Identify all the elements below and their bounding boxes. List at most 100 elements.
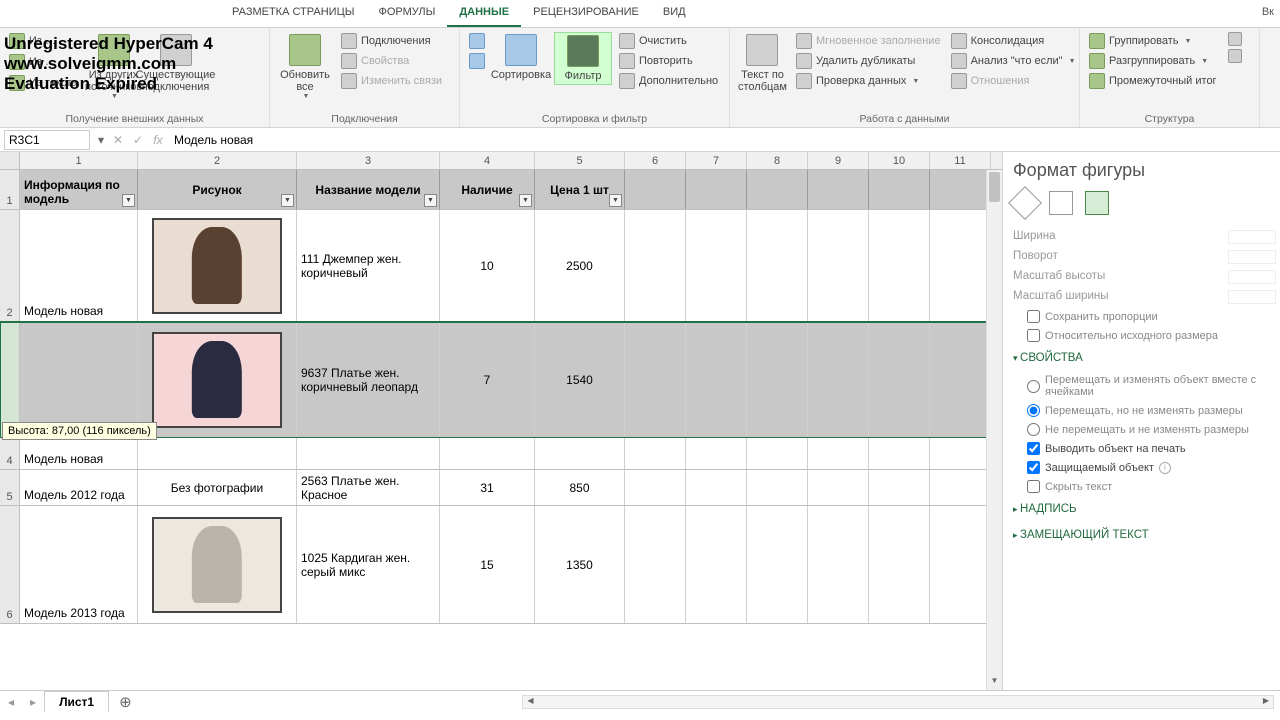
header-info[interactable]: Информация по модель▼	[20, 170, 138, 209]
product-image[interactable]	[152, 517, 282, 613]
effects-icon[interactable]	[1049, 191, 1073, 215]
section-properties[interactable]: СВОЙСТВА	[1013, 345, 1276, 371]
from-web-btn[interactable]: Из …	[6, 53, 81, 71]
move-nosize-radio[interactable]	[1027, 404, 1040, 417]
add-sheet-btn[interactable]: ⊕	[109, 693, 142, 711]
connections-btn[interactable]: Подключения	[338, 32, 445, 50]
cell-picture[interactable]	[138, 506, 297, 623]
cell-info[interactable]: Модель новая	[20, 438, 138, 469]
sheet-nav-next[interactable]: ▸	[22, 695, 44, 709]
product-image[interactable]	[152, 218, 282, 314]
cell-name[interactable]: 1025 Кардиган жен. серый микс	[297, 506, 440, 623]
existing-connections-btn[interactable]: Существующие подключения	[147, 32, 205, 95]
cell-picture[interactable]: Без фотографии	[138, 470, 297, 505]
table-row[interactable]: 5 Модель 2012 года Без фотографии 2563 П…	[0, 470, 1002, 506]
prop-rotation-input[interactable]	[1228, 250, 1276, 264]
cell-price[interactable]: 850	[535, 470, 625, 505]
section-alt-text[interactable]: ЗАМЕЩАЮЩИЙ ТЕКСТ	[1013, 522, 1276, 548]
row-header[interactable]: 1	[0, 170, 20, 209]
cell-price[interactable]: 1350	[535, 506, 625, 623]
product-image[interactable]	[152, 332, 282, 428]
filter-dropdown-icon[interactable]: ▼	[609, 194, 622, 207]
insert-function-btn[interactable]: fx	[148, 133, 168, 147]
name-box-dropdown[interactable]: ▾	[94, 133, 108, 147]
cell-name[interactable]: 9637 Платье жен. коричневый леопард	[297, 322, 440, 437]
col-header[interactable]: 11	[930, 152, 991, 169]
header-name[interactable]: Название модели▼	[297, 170, 440, 209]
reapply-btn[interactable]: Повторить	[616, 52, 721, 70]
clear-filter-btn[interactable]: Очистить	[616, 32, 721, 50]
filter-dropdown-icon[interactable]: ▼	[424, 194, 437, 207]
row-header[interactable]: 3	[0, 322, 20, 437]
show-detail-icon[interactable]	[1228, 32, 1242, 46]
header-price[interactable]: Цена 1 шт▼	[535, 170, 625, 209]
what-if-btn[interactable]: Анализ "что если"▼	[948, 52, 1079, 70]
header-picture[interactable]: Рисунок▼	[138, 170, 297, 209]
tab-formulas[interactable]: ФОРМУЛЫ	[366, 0, 447, 27]
tab-view[interactable]: ВИД	[651, 0, 698, 27]
cell-name[interactable]: 111 Джемпер жен. коричневый	[297, 210, 440, 321]
section-caption[interactable]: НАДПИСЬ	[1013, 496, 1276, 522]
scroll-down-icon[interactable]: ▼	[987, 676, 1002, 690]
relationships-btn[interactable]: Отношения	[948, 72, 1079, 90]
tab-review[interactable]: РЕЦЕНЗИРОВАНИЕ	[521, 0, 651, 27]
from-other-sources-btn[interactable]: Из других источников▼	[85, 32, 143, 102]
prop-width-input[interactable]	[1228, 230, 1276, 244]
print-object-checkbox[interactable]	[1027, 442, 1040, 455]
protected-object-checkbox[interactable]	[1027, 461, 1040, 474]
nomove-nosize-radio[interactable]	[1027, 423, 1040, 436]
filter-dropdown-icon[interactable]: ▼	[122, 194, 135, 207]
col-header[interactable]: 5	[535, 152, 625, 169]
formula-cancel-btn[interactable]: ✕	[108, 133, 128, 147]
cell-stock[interactable]: 10	[440, 210, 535, 321]
sort-az-btn[interactable]	[466, 32, 488, 50]
text-to-columns-btn[interactable]: Текст по столбцам	[736, 32, 789, 95]
cell-info[interactable]	[20, 322, 138, 437]
vertical-scrollbar[interactable]: ▲ ▼	[986, 170, 1002, 690]
cell-picture[interactable]	[138, 322, 297, 437]
ungroup-btn[interactable]: Разгруппировать▼	[1086, 52, 1220, 70]
col-header[interactable]: 4	[440, 152, 535, 169]
flash-fill-btn[interactable]: Мгновенное заполнение	[793, 32, 944, 50]
sort-za-btn[interactable]	[466, 52, 488, 70]
advanced-filter-btn[interactable]: Дополнительно	[616, 72, 721, 90]
horizontal-scrollbar[interactable]: ◀ ▶	[522, 695, 1274, 709]
cell-info[interactable]: Модель новая	[20, 210, 138, 321]
scroll-thumb[interactable]	[989, 172, 1000, 202]
hide-text-checkbox[interactable]	[1027, 480, 1040, 493]
consolidate-btn[interactable]: Консолидация	[948, 32, 1079, 50]
cell-info[interactable]: Модель 2013 года	[20, 506, 138, 623]
row-header[interactable]: 4	[0, 438, 20, 469]
group-btn[interactable]: Группировать▼	[1086, 32, 1220, 50]
cell-info[interactable]: Модель 2012 года	[20, 470, 138, 505]
col-header[interactable]: 2	[138, 152, 297, 169]
col-header[interactable]: 9	[808, 152, 869, 169]
table-row[interactable]: 4 Модель новая Высота: 87,00 (116 пиксел…	[0, 438, 1002, 470]
move-size-radio[interactable]	[1027, 380, 1040, 393]
cell-stock[interactable]: 31	[440, 470, 535, 505]
tab-page-layout[interactable]: РАЗМЕТКА СТРАНИЦЫ	[220, 0, 366, 27]
table-row[interactable]: 2 Модель новая 111 Джемпер жен. коричнев…	[0, 210, 1002, 322]
tab-data[interactable]: ДАННЫЕ	[447, 0, 521, 27]
hide-detail-icon[interactable]	[1228, 49, 1242, 63]
filter-dropdown-icon[interactable]: ▼	[519, 194, 532, 207]
cell-stock[interactable]: 7	[440, 322, 535, 437]
from-text-btn[interactable]: Из текста	[6, 74, 81, 92]
cell-picture[interactable]	[138, 210, 297, 321]
properties-btn[interactable]: Свойства	[338, 52, 445, 70]
col-header[interactable]: 1	[20, 152, 138, 169]
table-row[interactable]: 6 Модель 2013 года 1025 Кардиган жен. се…	[0, 506, 1002, 624]
name-box[interactable]: R3C1	[4, 130, 90, 150]
formula-accept-btn[interactable]: ✓	[128, 133, 148, 147]
sort-btn[interactable]: Сортировка	[492, 32, 550, 83]
col-header[interactable]: 7	[686, 152, 747, 169]
filter-dropdown-icon[interactable]: ▼	[281, 194, 294, 207]
table-row-selected[interactable]: 3 9637 Платье жен. коричневый леопард 7 …	[0, 322, 1002, 438]
size-props-icon[interactable]	[1085, 191, 1109, 215]
prop-scale-w-input[interactable]	[1228, 290, 1276, 304]
scroll-left-icon[interactable]: ◀	[523, 696, 537, 708]
col-header[interactable]: 3	[297, 152, 440, 169]
col-header[interactable]: 8	[747, 152, 808, 169]
cell-price[interactable]: 2500	[535, 210, 625, 321]
prop-scale-h-input[interactable]	[1228, 270, 1276, 284]
